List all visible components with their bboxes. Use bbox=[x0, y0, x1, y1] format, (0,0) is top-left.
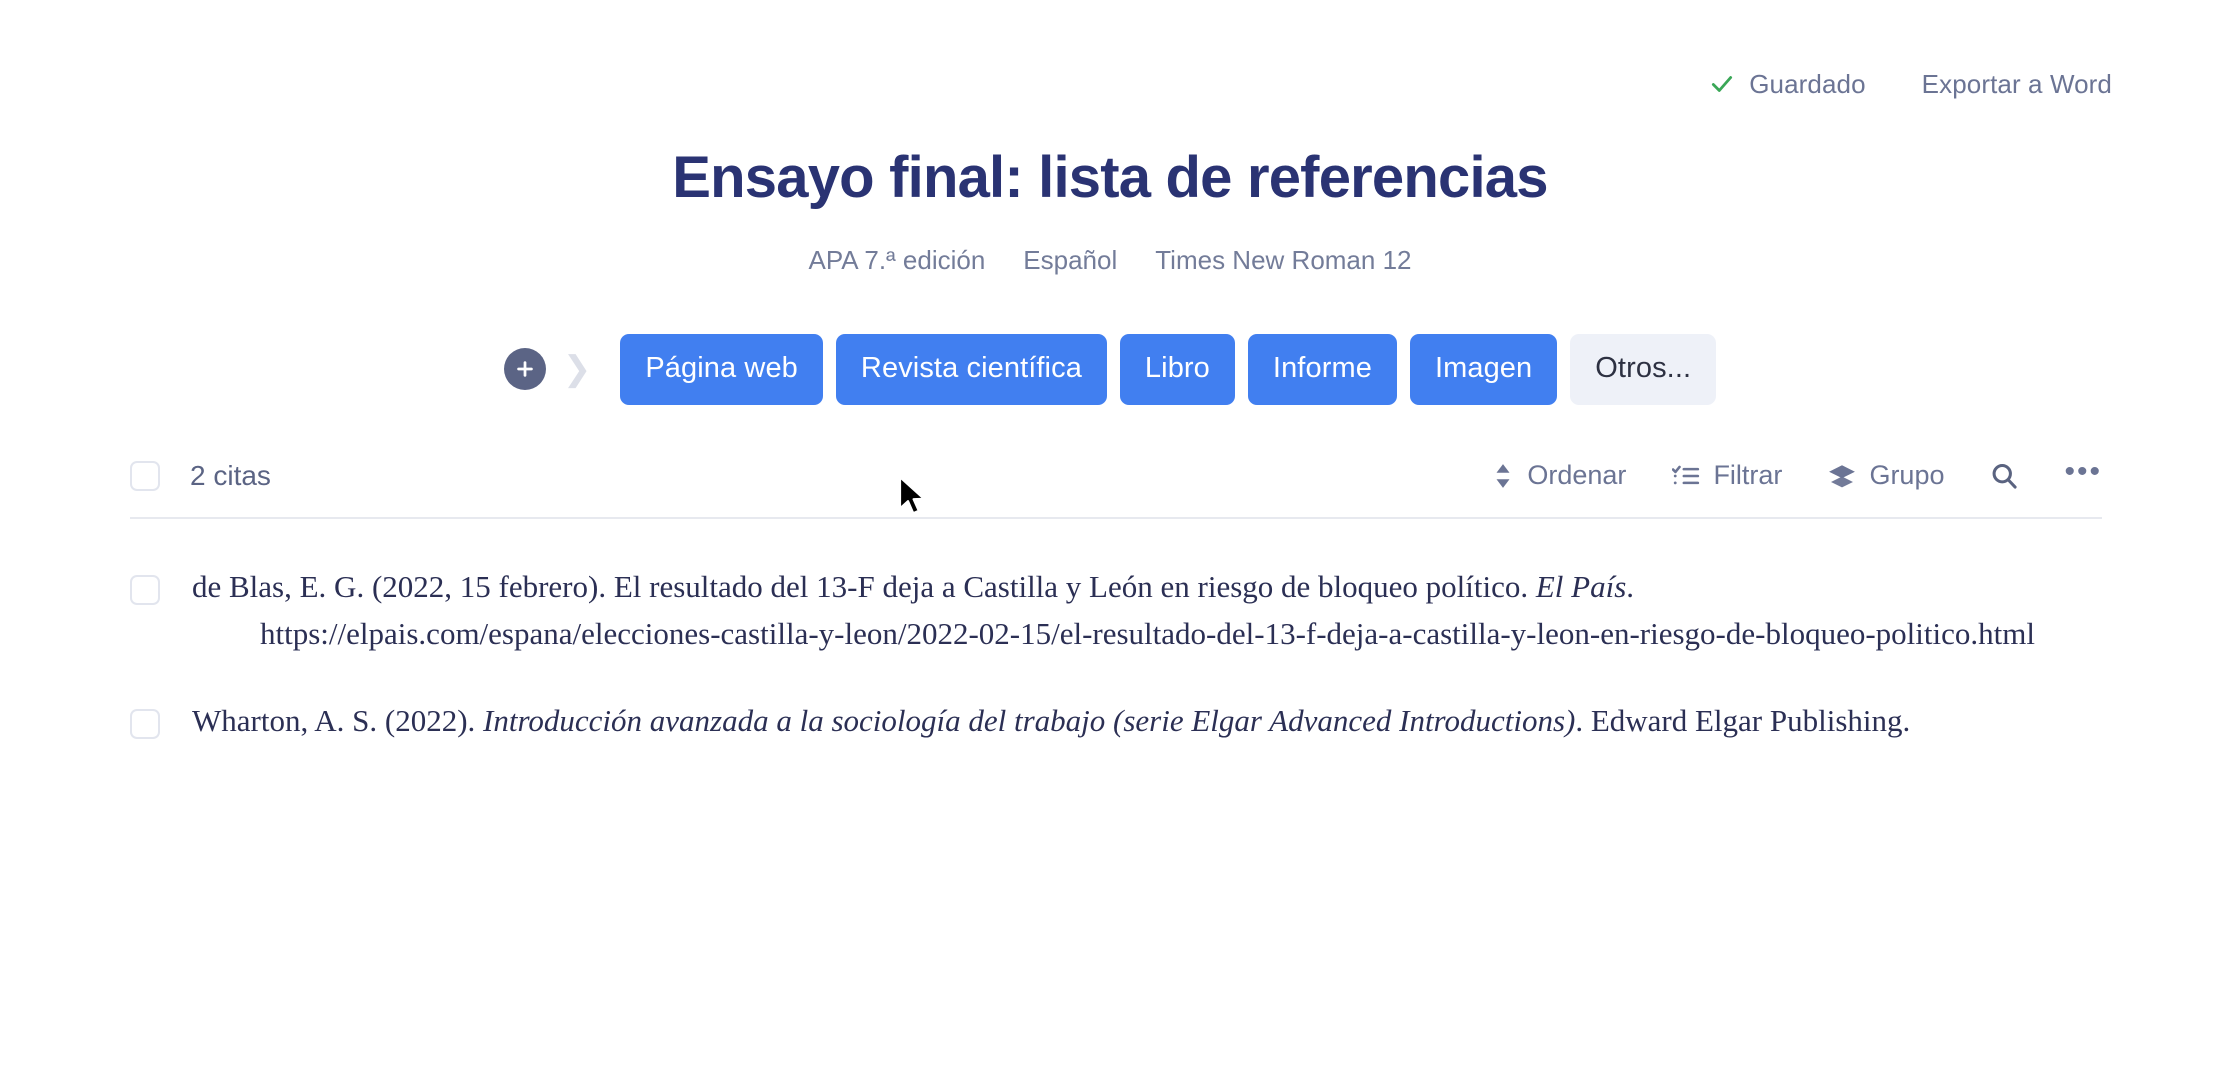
document-header: Ensayo final: lista de referencias APA 7… bbox=[0, 145, 2220, 276]
saved-label: Guardado bbox=[1749, 68, 1866, 99]
source-type-book[interactable]: Libro bbox=[1119, 333, 1235, 405]
sort-icon bbox=[1492, 463, 1514, 489]
citation-text[interactable]: Wharton, A. S. (2022). Introducción avan… bbox=[192, 697, 1910, 744]
source-type-bar: ❯ Página web Revista científica Libro In… bbox=[0, 333, 2220, 405]
source-type-image[interactable]: Imagen bbox=[1409, 333, 1558, 405]
meta-font[interactable]: Times New Roman 12 bbox=[1155, 245, 1411, 276]
export-to-word-button[interactable]: Exportar a Word bbox=[1922, 69, 2112, 100]
citation-part: de Blas, E. G. (2022, 15 febrero). El re… bbox=[192, 568, 1536, 604]
filter-list-icon bbox=[1672, 463, 1700, 489]
export-label: Exportar a Word bbox=[1921, 68, 2112, 99]
plus-circle-icon[interactable] bbox=[503, 348, 546, 391]
search-icon bbox=[1990, 462, 2018, 490]
citation-list-toolbar: 2 citas Ordenar Filtrar Grupo ••• bbox=[130, 456, 2102, 519]
citation-part: . Edward Elgar Publishing. bbox=[1575, 703, 1911, 739]
search-button[interactable] bbox=[1990, 462, 2018, 490]
source-type-webpage[interactable]: Página web bbox=[620, 333, 823, 405]
citation-checkbox[interactable] bbox=[130, 709, 160, 740]
sort-label: Ordenar bbox=[1527, 460, 1627, 491]
filter-label: Filtrar bbox=[1713, 460, 1783, 491]
citation-list: de Blas, E. G. (2022, 15 febrero). El re… bbox=[130, 519, 2102, 766]
group-label: Grupo bbox=[1869, 460, 1945, 491]
citation-part-italic: Introducción avanzada a la sociología de… bbox=[483, 703, 1576, 739]
chevron-right-icon: ❯ bbox=[562, 350, 592, 389]
meta-citation-style[interactable]: APA 7.ª edición bbox=[808, 245, 985, 276]
select-all-checkbox[interactable] bbox=[130, 460, 160, 491]
layers-icon bbox=[1828, 463, 1856, 489]
meta-language[interactable]: Español bbox=[1023, 245, 1117, 276]
filter-button[interactable]: Filtrar bbox=[1672, 460, 1782, 491]
sort-button[interactable]: Ordenar bbox=[1492, 460, 1626, 491]
more-horizontal-icon[interactable]: ••• bbox=[2064, 456, 2102, 495]
citation-row[interactable]: Wharton, A. S. (2022). Introducción avan… bbox=[130, 679, 2102, 766]
top-utility-bar: Guardado Exportar a Word bbox=[0, 0, 2220, 99]
citation-part: Wharton, A. S. (2022). bbox=[192, 703, 484, 739]
document-meta: APA 7.ª edición Español Times New Roman … bbox=[0, 245, 2220, 276]
citation-text[interactable]: de Blas, E. G. (2022, 15 febrero). El re… bbox=[192, 563, 2060, 657]
list-toolbar-actions: Ordenar Filtrar Grupo ••• bbox=[1492, 456, 2102, 495]
page-title[interactable]: Ensayo final: lista de referencias bbox=[672, 145, 1548, 211]
check-icon bbox=[1709, 71, 1735, 97]
group-button[interactable]: Grupo bbox=[1828, 460, 1944, 491]
citation-part-italic: El País bbox=[1535, 568, 1627, 604]
citation-checkbox[interactable] bbox=[130, 574, 160, 605]
saved-status: Guardado bbox=[1709, 68, 1866, 100]
source-type-others[interactable]: Otros... bbox=[1570, 333, 1717, 405]
citation-count-label: 2 citas bbox=[190, 459, 271, 491]
citation-row[interactable]: de Blas, E. G. (2022, 15 febrero). El re… bbox=[130, 545, 2102, 679]
source-type-journal[interactable]: Revista científica bbox=[835, 333, 1107, 405]
source-type-report[interactable]: Informe bbox=[1247, 333, 1397, 405]
